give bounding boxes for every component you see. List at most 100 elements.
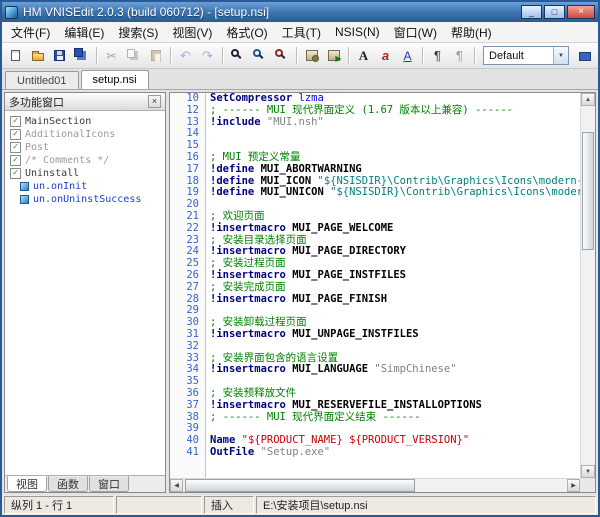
open-file-button[interactable] [27, 45, 48, 66]
app-window: HM VNISEdit 2.0.3 (build 060712) - [setu… [0, 0, 600, 517]
editor-text-area[interactable]: 10SetCompressor lzma12; ------ MUI 现代界面定… [170, 93, 580, 478]
code-line: 41OutFile "Setup.exe" [170, 447, 580, 459]
word-wrap-button[interactable] [449, 45, 470, 66]
tree-item[interactable]: ✓Uninstall [7, 167, 163, 180]
tree-item[interactable]: ✓ Post [7, 141, 163, 154]
help-book-button[interactable] [574, 45, 595, 66]
vertical-scrollbar[interactable]: ▲ ▼ [580, 93, 595, 478]
toolbar-separator [170, 47, 171, 64]
line-number: 22 [170, 223, 206, 235]
scroll-left-icon[interactable]: ◀ [170, 479, 183, 492]
panel-header: 多功能窗口 × [5, 93, 165, 111]
scrollbar-corner [580, 478, 595, 492]
show-paragraph-button[interactable] [427, 45, 448, 66]
panel-tab-1[interactable]: 视图 [7, 476, 47, 492]
code-text: ; ------ MUI 现代界面定义结束 ------ [206, 412, 420, 424]
compile-run-button[interactable] [323, 45, 344, 66]
close-button[interactable]: × [567, 5, 595, 19]
line-number: 31 [170, 329, 206, 341]
menu-item-6[interactable]: 工具(T) [275, 22, 328, 43]
tree-item-label: MainSection [25, 116, 91, 127]
code-text: !insertmacro MUI_UNPAGE_INSTFILES [206, 329, 419, 341]
tree-item[interactable]: ✓ /* Comments */ [7, 154, 163, 167]
compile-button[interactable] [301, 45, 322, 66]
code-line: 38; ------ MUI 现代界面定义结束 ------ [170, 412, 580, 424]
folder-icon [32, 53, 44, 61]
scroll-right-icon[interactable]: ▶ [567, 479, 580, 492]
save-button[interactable] [49, 45, 70, 66]
menu-item-2[interactable]: 编辑(E) [57, 22, 111, 43]
tree-item[interactable]: ✓ AdditionalIcons [7, 128, 163, 141]
menu-item-3[interactable]: 搜索(S) [111, 22, 165, 43]
undo-button [175, 45, 196, 66]
tree-item-label: Post [25, 142, 49, 153]
line-number: 17 [170, 164, 206, 176]
font-underline-button[interactable] [397, 45, 418, 66]
function-icon [20, 182, 29, 191]
horizontal-scrollbar[interactable]: ◀ ▶ [170, 478, 580, 492]
menu-item-5[interactable]: 格式(O) [219, 22, 274, 43]
panel-tab-2[interactable]: 函数 [48, 476, 88, 492]
menu-item-9[interactable]: 帮助(H) [444, 22, 499, 43]
code-text: OutFile "Setup.exe" [206, 447, 330, 459]
toolbar-separator [222, 47, 223, 64]
tree-item-label: un.onInit [33, 181, 87, 192]
chevron-down-icon[interactable]: ▼ [553, 47, 568, 64]
main-area: 多功能窗口 × ✓ MainSection ✓ AdditionalIcons ✓ Pos… [2, 90, 598, 495]
font-italic-icon [382, 47, 389, 65]
menu-item-4[interactable]: 视图(V) [165, 22, 219, 43]
menu-item-1[interactable]: 文件(F) [4, 22, 57, 43]
new-file-button[interactable] [5, 45, 26, 66]
save-all-button[interactable] [71, 45, 92, 66]
redo-button [197, 45, 218, 66]
window-title: HM VNISEdit 2.0.3 (build 060712) - [setu… [23, 5, 516, 19]
status-bar: 纵列 1 - 行 1 插入 E:\安装项目\setup.nsi [2, 495, 598, 515]
minimize-button[interactable]: _ [521, 5, 542, 19]
font-italic-button[interactable] [375, 45, 396, 66]
scroll-up-icon[interactable]: ▲ [581, 93, 595, 106]
title-bar: HM VNISEdit 2.0.3 (build 060712) - [setu… [2, 2, 598, 22]
syntax-scheme-combo[interactable]: Default▼ [483, 46, 569, 65]
tree-item[interactable]: un.onUninstSuccess [7, 193, 163, 206]
panel-tab-3[interactable]: 窗口 [89, 476, 129, 492]
code-line: 31!insertmacro MUI_UNPAGE_INSTFILES [170, 329, 580, 341]
find-next-button[interactable] [249, 45, 270, 66]
menu-item-7[interactable]: NSIS(N) [328, 23, 387, 41]
menu-item-8[interactable]: 窗口(W) [387, 22, 444, 43]
checkbox-icon[interactable]: ✓ [10, 142, 21, 153]
tree-item-label: /* Comments */ [25, 155, 109, 166]
checkbox-icon[interactable]: ✓ [10, 129, 21, 140]
paste-button [145, 45, 166, 66]
vertical-scroll-track[interactable] [581, 106, 595, 465]
copy-icon [127, 49, 135, 58]
scroll-down-icon[interactable]: ▼ [581, 465, 595, 478]
horizontal-scroll-thumb[interactable] [185, 479, 415, 492]
line-number: 27 [170, 282, 206, 294]
code-editor[interactable]: 10SetCompressor lzma12; ------ MUI 现代界面定… [169, 92, 596, 493]
line-number: 41 [170, 447, 206, 459]
script-section-tree: ✓ MainSection ✓ AdditionalIcons ✓ Post ✓ /* Com… [5, 111, 165, 475]
vertical-scroll-thumb[interactable] [582, 132, 594, 250]
book-icon [579, 52, 591, 61]
code-text: !insertmacro MUI_LANGUAGE "SimpChinese" [206, 364, 457, 376]
status-spare-panel [116, 496, 202, 514]
code-line: 13!include "MUI.nsh" [170, 117, 580, 129]
checkbox-icon[interactable]: ✓ [10, 155, 21, 166]
panel-title: 多功能窗口 [9, 94, 64, 110]
cut-icon [106, 47, 116, 65]
font-bold-button[interactable] [353, 45, 374, 66]
redo-icon [202, 47, 213, 65]
checkbox-icon[interactable]: ✓ [10, 116, 21, 127]
code-line: 14 [170, 128, 580, 140]
tree-item[interactable]: un.onInit [7, 180, 163, 193]
checkbox-icon[interactable]: ✓ [10, 168, 21, 179]
tree-item-label: AdditionalIcons [25, 129, 115, 140]
document-tab-1[interactable]: Untitled01 [5, 71, 79, 89]
replace-button[interactable] [271, 45, 292, 66]
maximize-button[interactable]: □ [544, 5, 565, 19]
find-button[interactable] [227, 45, 248, 66]
document-tab-2[interactable]: setup.nsi [81, 70, 149, 89]
tree-item[interactable]: ✓ MainSection [7, 115, 163, 128]
horizontal-scroll-track[interactable] [183, 479, 567, 492]
panel-close-icon[interactable]: × [148, 95, 161, 108]
